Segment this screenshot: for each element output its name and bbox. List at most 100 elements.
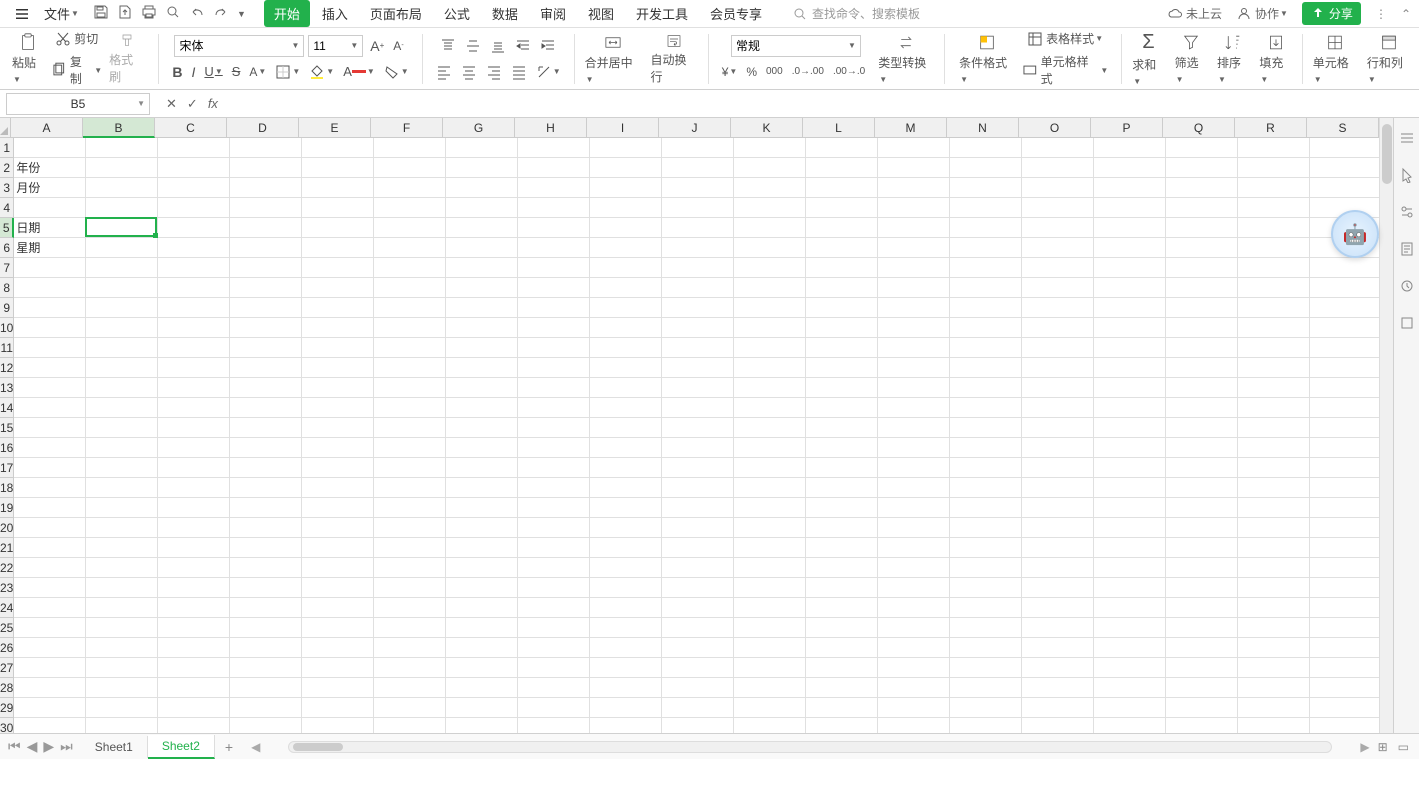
cell[interactable] (878, 538, 950, 558)
cell[interactable] (734, 258, 806, 278)
cell[interactable] (302, 218, 374, 238)
cell[interactable] (806, 198, 878, 218)
cell[interactable] (662, 418, 734, 438)
align-center-button[interactable] (458, 62, 480, 82)
cell[interactable] (1166, 378, 1238, 398)
cell[interactable] (302, 138, 374, 158)
vertical-scrollbar[interactable] (1379, 118, 1393, 733)
cell[interactable] (86, 358, 158, 378)
cell[interactable] (1166, 318, 1238, 338)
cell[interactable] (1238, 338, 1310, 358)
cell[interactable] (806, 178, 878, 198)
cell[interactable] (518, 358, 590, 378)
horizontal-scrollbar[interactable] (288, 741, 1332, 753)
cell[interactable] (14, 558, 86, 578)
cell[interactable] (446, 618, 518, 638)
cell[interactable] (230, 278, 302, 298)
cell[interactable] (878, 178, 950, 198)
column-header[interactable]: I (587, 118, 659, 138)
cell[interactable] (158, 658, 230, 678)
format-painter-button[interactable]: 格式刷 (105, 31, 148, 87)
cell[interactable] (950, 698, 1022, 718)
settings-icon[interactable] (1399, 204, 1415, 223)
cell[interactable] (230, 398, 302, 418)
cell[interactable] (158, 398, 230, 418)
row-header[interactable]: 28 (0, 678, 14, 698)
last-sheet-button[interactable]: ⏭ (60, 738, 73, 755)
cloud-status[interactable]: 未上云 (1167, 5, 1222, 22)
row-header[interactable]: 4 (0, 198, 14, 218)
cell[interactable] (662, 198, 734, 218)
cell[interactable] (1238, 658, 1310, 678)
cell[interactable] (1094, 138, 1166, 158)
cell[interactable] (878, 718, 950, 733)
cell[interactable] (14, 698, 86, 718)
cell[interactable] (374, 358, 446, 378)
cell[interactable] (1310, 618, 1379, 638)
cell[interactable] (1166, 598, 1238, 618)
cell[interactable] (86, 558, 158, 578)
cell[interactable] (374, 338, 446, 358)
cell[interactable] (230, 218, 302, 238)
cell[interactable] (1310, 678, 1379, 698)
cell[interactable] (1238, 178, 1310, 198)
cell[interactable] (590, 718, 662, 733)
cell[interactable] (86, 218, 158, 238)
cell[interactable] (950, 418, 1022, 438)
cell[interactable] (734, 478, 806, 498)
cell[interactable] (446, 718, 518, 733)
preview-icon[interactable] (165, 4, 181, 23)
cell[interactable] (806, 318, 878, 338)
cell[interactable] (1022, 678, 1094, 698)
tab-会员专享[interactable]: 会员专享 (700, 0, 772, 27)
cell[interactable] (446, 478, 518, 498)
cell[interactable] (374, 458, 446, 478)
cell[interactable] (1022, 378, 1094, 398)
cell[interactable] (158, 238, 230, 258)
cell[interactable] (374, 698, 446, 718)
cell[interactable] (230, 558, 302, 578)
cell[interactable] (14, 678, 86, 698)
cell[interactable] (662, 338, 734, 358)
cell[interactable] (662, 698, 734, 718)
save-icon[interactable] (93, 4, 109, 23)
cell[interactable] (878, 218, 950, 238)
cell[interactable] (518, 678, 590, 698)
cell[interactable]: 年份 (14, 158, 86, 178)
cell[interactable] (734, 638, 806, 658)
cell[interactable] (1238, 378, 1310, 398)
cell-grid[interactable]: 年份月份日期星期 (14, 138, 1379, 733)
row-header[interactable]: 8 (0, 278, 14, 298)
cell[interactable] (158, 378, 230, 398)
cell[interactable] (302, 558, 374, 578)
cell[interactable] (86, 138, 158, 158)
cell[interactable] (14, 378, 86, 398)
grid-view-icon[interactable]: ⊞ (1378, 740, 1388, 754)
cell[interactable] (86, 538, 158, 558)
cell[interactable] (590, 198, 662, 218)
cell[interactable] (1238, 438, 1310, 458)
cell[interactable] (1166, 338, 1238, 358)
cell[interactable] (806, 358, 878, 378)
cell[interactable] (734, 678, 806, 698)
cell[interactable] (446, 638, 518, 658)
cell[interactable] (230, 678, 302, 698)
cell[interactable] (734, 598, 806, 618)
cell[interactable] (878, 558, 950, 578)
cell[interactable] (950, 638, 1022, 658)
filter-button[interactable]: 筛选▼ (1171, 31, 1211, 87)
cell[interactable] (1310, 558, 1379, 578)
cell[interactable] (950, 478, 1022, 498)
cell[interactable] (1166, 278, 1238, 298)
cell[interactable] (878, 338, 950, 358)
orientation-button[interactable]: ▼ (533, 62, 564, 82)
tab-公式[interactable]: 公式 (434, 0, 480, 27)
number-format-select[interactable] (731, 35, 861, 57)
cell[interactable] (662, 718, 734, 733)
cell[interactable] (950, 278, 1022, 298)
cell[interactable] (734, 718, 806, 733)
cell[interactable] (302, 618, 374, 638)
increase-indent-button[interactable] (537, 36, 559, 56)
cell[interactable] (878, 458, 950, 478)
cell[interactable] (1094, 298, 1166, 318)
